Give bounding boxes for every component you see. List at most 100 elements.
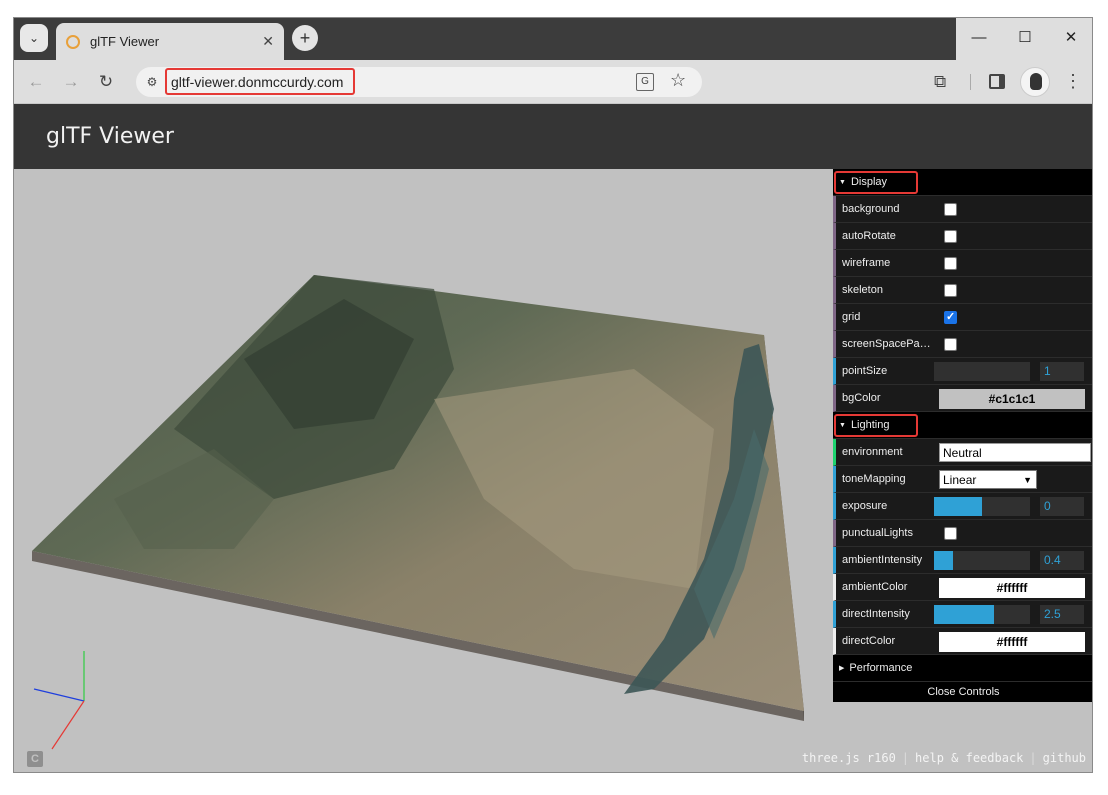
chevron-down-icon: ⌄ xyxy=(28,31,40,45)
environment-select[interactable]: Neutral xyxy=(939,443,1091,462)
control-tonemapping: toneMapping Linear ▼ xyxy=(833,466,1092,493)
control-exposure: exposure 0 xyxy=(833,493,1092,520)
control-label: environment xyxy=(842,446,903,458)
control-pointsize: pointSize 1 xyxy=(833,358,1092,385)
control-label: background xyxy=(842,203,900,215)
directintensity-input[interactable]: 2.5 xyxy=(1040,605,1084,624)
folder-performance[interactable]: ▶ Performance xyxy=(833,655,1092,682)
ambientintensity-slider[interactable] xyxy=(934,551,1030,570)
control-label: grid xyxy=(842,311,861,323)
forward-button[interactable]: → xyxy=(59,70,83,94)
tonemapping-select[interactable]: Linear ▼ xyxy=(939,470,1037,489)
browser-menu-icon[interactable]: ⋮ xyxy=(1064,71,1082,92)
control-label: screenSpacePan… xyxy=(842,338,934,350)
window-controls: — ☐ ✕ xyxy=(956,18,1092,60)
folder-performance-label: Performance xyxy=(849,662,913,674)
folder-display[interactable]: ▼ Display xyxy=(833,169,1092,196)
toolbar-divider xyxy=(970,74,971,90)
help-feedback-link[interactable]: help & feedback xyxy=(915,751,1023,765)
skeleton-checkbox[interactable] xyxy=(944,284,957,297)
control-label: pointSize xyxy=(842,365,888,377)
lighting-highlight xyxy=(834,414,918,437)
url-text[interactable]: gltf-viewer.donmccurdy.com xyxy=(171,74,343,90)
url-highlight[interactable]: gltf-viewer.donmccurdy.com xyxy=(165,68,355,95)
tab-title: glTF Viewer xyxy=(90,34,160,49)
corner-logo-icon[interactable]: C xyxy=(27,751,43,767)
new-tab-button[interactable]: + xyxy=(292,25,318,51)
footer-separator: | xyxy=(901,751,910,765)
app-title: glTF Viewer xyxy=(46,124,174,149)
translate-icon[interactable]: G xyxy=(636,73,654,91)
control-screenspacepanning: screenSpacePan… xyxy=(833,331,1092,358)
extensions-icon[interactable]: ⧉ xyxy=(934,72,946,92)
footer-separator: | xyxy=(1029,751,1037,765)
display-highlight xyxy=(834,171,918,194)
tab-gltf-viewer[interactable]: glTF Viewer ✕ xyxy=(56,23,284,60)
ambientintensity-input[interactable]: 0.4 xyxy=(1040,551,1084,570)
control-label: wireframe xyxy=(842,257,891,269)
chevron-down-icon: ▼ xyxy=(1023,475,1032,485)
bookmark-star-icon[interactable]: ☆ xyxy=(670,70,686,91)
control-directcolor: directColor #ffffff xyxy=(833,628,1092,655)
github-link[interactable]: github xyxy=(1043,751,1086,765)
site-info-icon[interactable]: ⚙ xyxy=(144,74,160,90)
maximize-button[interactable]: ☐ xyxy=(1002,18,1048,56)
tab-close-icon[interactable]: ✕ xyxy=(262,33,274,50)
threejs-version-link[interactable]: three.js r160 xyxy=(802,751,896,765)
screenspacepanning-checkbox[interactable] xyxy=(944,338,957,351)
browser-toolbar: ← → ↻ ⚙ gltf-viewer.donmccurdy.com G ☆ ⧉… xyxy=(14,60,1092,104)
exposure-slider[interactable] xyxy=(934,497,1030,516)
profile-avatar[interactable] xyxy=(1020,67,1050,97)
tab-search-button[interactable]: ⌄ xyxy=(20,24,48,52)
footer-links: three.js r160 | help & feedback | github xyxy=(802,751,1086,765)
grid-checkbox[interactable] xyxy=(944,310,957,324)
bgcolor-swatch[interactable]: #c1c1c1 xyxy=(939,389,1085,409)
tab-strip: ⌄ glTF Viewer ✕ + — ☐ ✕ xyxy=(14,18,1092,60)
control-label: ambientColor xyxy=(842,581,908,593)
control-directintensity: directIntensity 2.5 xyxy=(833,601,1092,628)
control-background: background xyxy=(833,196,1092,223)
control-label: directIntensity xyxy=(842,608,910,620)
control-label: ambientIntensity xyxy=(842,554,923,566)
directintensity-slider[interactable] xyxy=(934,605,1030,624)
control-skeleton: skeleton xyxy=(833,277,1092,304)
control-label: bgColor xyxy=(842,392,881,404)
control-grid: grid xyxy=(833,304,1092,331)
control-bgcolor: bgColor #c1c1c1 xyxy=(833,385,1092,412)
control-label: punctualLights xyxy=(842,527,913,539)
control-label: skeleton xyxy=(842,284,883,296)
close-controls-button[interactable]: Close Controls xyxy=(833,682,1092,702)
browser-window: ⌄ glTF Viewer ✕ + — ☐ ✕ ← → ↻ ⚙ gltf-vie… xyxy=(13,17,1093,773)
control-ambientintensity: ambientIntensity 0.4 xyxy=(833,547,1092,574)
minimize-button[interactable]: — xyxy=(956,18,1002,56)
app-header: glTF Viewer xyxy=(14,104,1092,169)
reload-button[interactable]: ↻ xyxy=(94,70,118,94)
caret-right-icon: ▶ xyxy=(839,665,845,672)
control-label: toneMapping xyxy=(842,473,906,485)
control-label: directColor xyxy=(842,635,896,647)
pointsize-slider[interactable] xyxy=(934,362,1030,381)
control-environment: environment Neutral xyxy=(833,439,1092,466)
pointsize-input[interactable]: 1 xyxy=(1040,362,1084,381)
control-punctuallights: punctualLights xyxy=(833,520,1092,547)
control-autorotate: autoRotate xyxy=(833,223,1092,250)
ambientcolor-swatch[interactable]: #ffffff xyxy=(939,578,1085,598)
favicon-icon xyxy=(66,34,80,49)
tonemapping-value: Linear xyxy=(943,473,977,487)
close-window-button[interactable]: ✕ xyxy=(1048,18,1092,56)
background-checkbox[interactable] xyxy=(944,203,957,216)
control-label: autoRotate xyxy=(842,230,896,242)
folder-lighting[interactable]: ▼ Lighting xyxy=(833,412,1092,439)
back-button[interactable]: ← xyxy=(24,70,48,94)
control-ambientcolor: ambientColor #ffffff xyxy=(833,574,1092,601)
side-panel-icon[interactable] xyxy=(989,74,1005,89)
punctuallights-checkbox[interactable] xyxy=(944,527,957,540)
controls-panel: ▼ Display background autoRotate wirefram… xyxy=(833,169,1092,702)
address-bar[interactable]: ⚙ gltf-viewer.donmccurdy.com G ☆ xyxy=(136,67,702,97)
wireframe-checkbox[interactable] xyxy=(944,257,957,270)
directcolor-swatch[interactable]: #ffffff xyxy=(939,632,1085,652)
autorotate-checkbox[interactable] xyxy=(944,230,957,243)
control-wireframe: wireframe xyxy=(833,250,1092,277)
exposure-input[interactable]: 0 xyxy=(1040,497,1084,516)
axes-helper xyxy=(33,651,85,750)
